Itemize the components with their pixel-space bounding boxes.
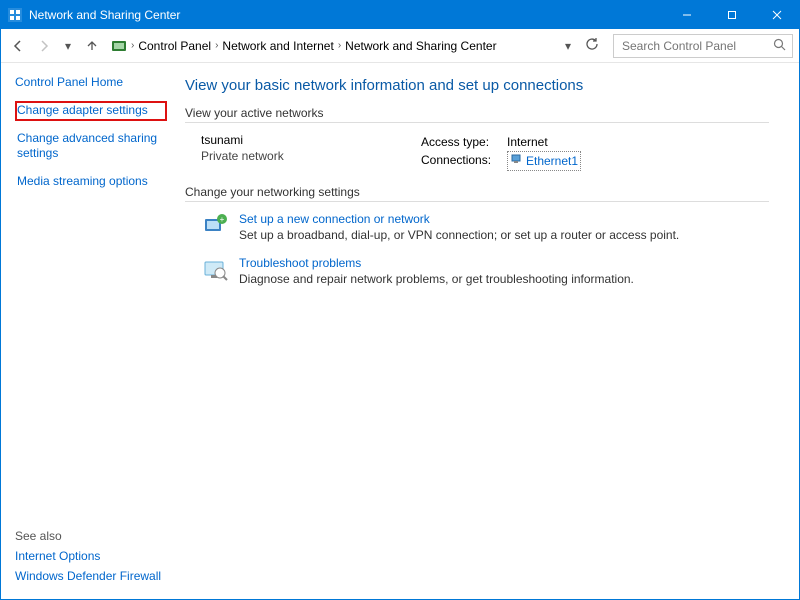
- sidebar-change-adapter-settings[interactable]: Change adapter settings: [15, 101, 167, 121]
- ethernet-icon: [510, 152, 522, 170]
- control-panel-home-link[interactable]: Control Panel Home: [15, 75, 167, 89]
- titlebar: Network and Sharing Center: [1, 1, 799, 29]
- divider: [185, 122, 769, 123]
- address-dropdown[interactable]: ▾: [559, 39, 577, 53]
- chevron-right-icon: ›: [338, 40, 341, 51]
- setup-connection-link[interactable]: Set up a new connection or network: [239, 212, 679, 226]
- close-button[interactable]: [754, 1, 799, 29]
- sidebar-media-streaming-options[interactable]: Media streaming options: [15, 172, 167, 192]
- connection-link[interactable]: Ethernet1: [507, 151, 581, 171]
- search-box[interactable]: [613, 34, 793, 58]
- window-title: Network and Sharing Center: [29, 8, 180, 22]
- back-button[interactable]: [7, 35, 29, 57]
- seealso-internet-options[interactable]: Internet Options: [15, 549, 167, 563]
- svg-text:+: +: [220, 215, 225, 224]
- troubleshoot-icon: [201, 256, 229, 284]
- window-frame: Network and Sharing Center ▾ › Control: [0, 0, 800, 600]
- network-name: tsunami: [201, 133, 421, 147]
- refresh-button[interactable]: [581, 37, 603, 54]
- control-panel-icon: [111, 38, 127, 54]
- active-networks-legend: View your active networks: [185, 106, 769, 120]
- maximize-button[interactable]: [709, 1, 754, 29]
- main-content: View your basic network information and …: [171, 63, 799, 599]
- divider: [185, 201, 769, 202]
- network-type: Private network: [201, 149, 421, 163]
- up-button[interactable]: [81, 35, 103, 57]
- chevron-right-icon: ›: [215, 40, 218, 51]
- action-troubleshoot: Troubleshoot problems Diagnose and repai…: [201, 256, 769, 286]
- breadcrumb-item[interactable]: Network and Internet: [222, 39, 333, 53]
- search-input[interactable]: [620, 38, 760, 54]
- troubleshoot-link[interactable]: Troubleshoot problems: [239, 256, 634, 270]
- app-icon: [7, 7, 23, 23]
- see-also-header: See also: [15, 529, 167, 543]
- forward-button[interactable]: [33, 35, 55, 57]
- action-setup-connection: + Set up a new connection or network Set…: [201, 212, 769, 242]
- recent-dropdown[interactable]: ▾: [59, 39, 77, 53]
- change-settings-legend: Change your networking settings: [185, 185, 769, 199]
- access-type-value: Internet: [507, 133, 548, 151]
- setup-connection-icon: +: [201, 212, 229, 240]
- sidebar: Control Panel Home Change adapter settin…: [1, 63, 171, 599]
- access-type-label: Access type:: [421, 133, 499, 151]
- connection-name: Ethernet1: [526, 152, 578, 170]
- address-bar: ▾ › Control Panel › Network and Internet…: [1, 29, 799, 63]
- connections-label: Connections:: [421, 151, 499, 171]
- active-network-row: tsunami Private network Access type: Int…: [201, 133, 769, 171]
- minimize-button[interactable]: [664, 1, 709, 29]
- seealso-windows-defender-firewall[interactable]: Windows Defender Firewall: [15, 569, 167, 583]
- page-heading: View your basic network information and …: [185, 77, 769, 94]
- chevron-right-icon: ›: [131, 40, 134, 51]
- setup-connection-desc: Set up a broadband, dial-up, or VPN conn…: [239, 228, 679, 242]
- troubleshoot-desc: Diagnose and repair network problems, or…: [239, 272, 634, 286]
- breadcrumb-item[interactable]: Network and Sharing Center: [345, 39, 496, 53]
- breadcrumb-item[interactable]: Control Panel: [138, 39, 211, 53]
- breadcrumb: › Control Panel › Network and Internet ›…: [107, 38, 555, 54]
- sidebar-change-advanced-sharing[interactable]: Change advanced sharing settings: [15, 129, 167, 164]
- search-icon: [773, 38, 786, 54]
